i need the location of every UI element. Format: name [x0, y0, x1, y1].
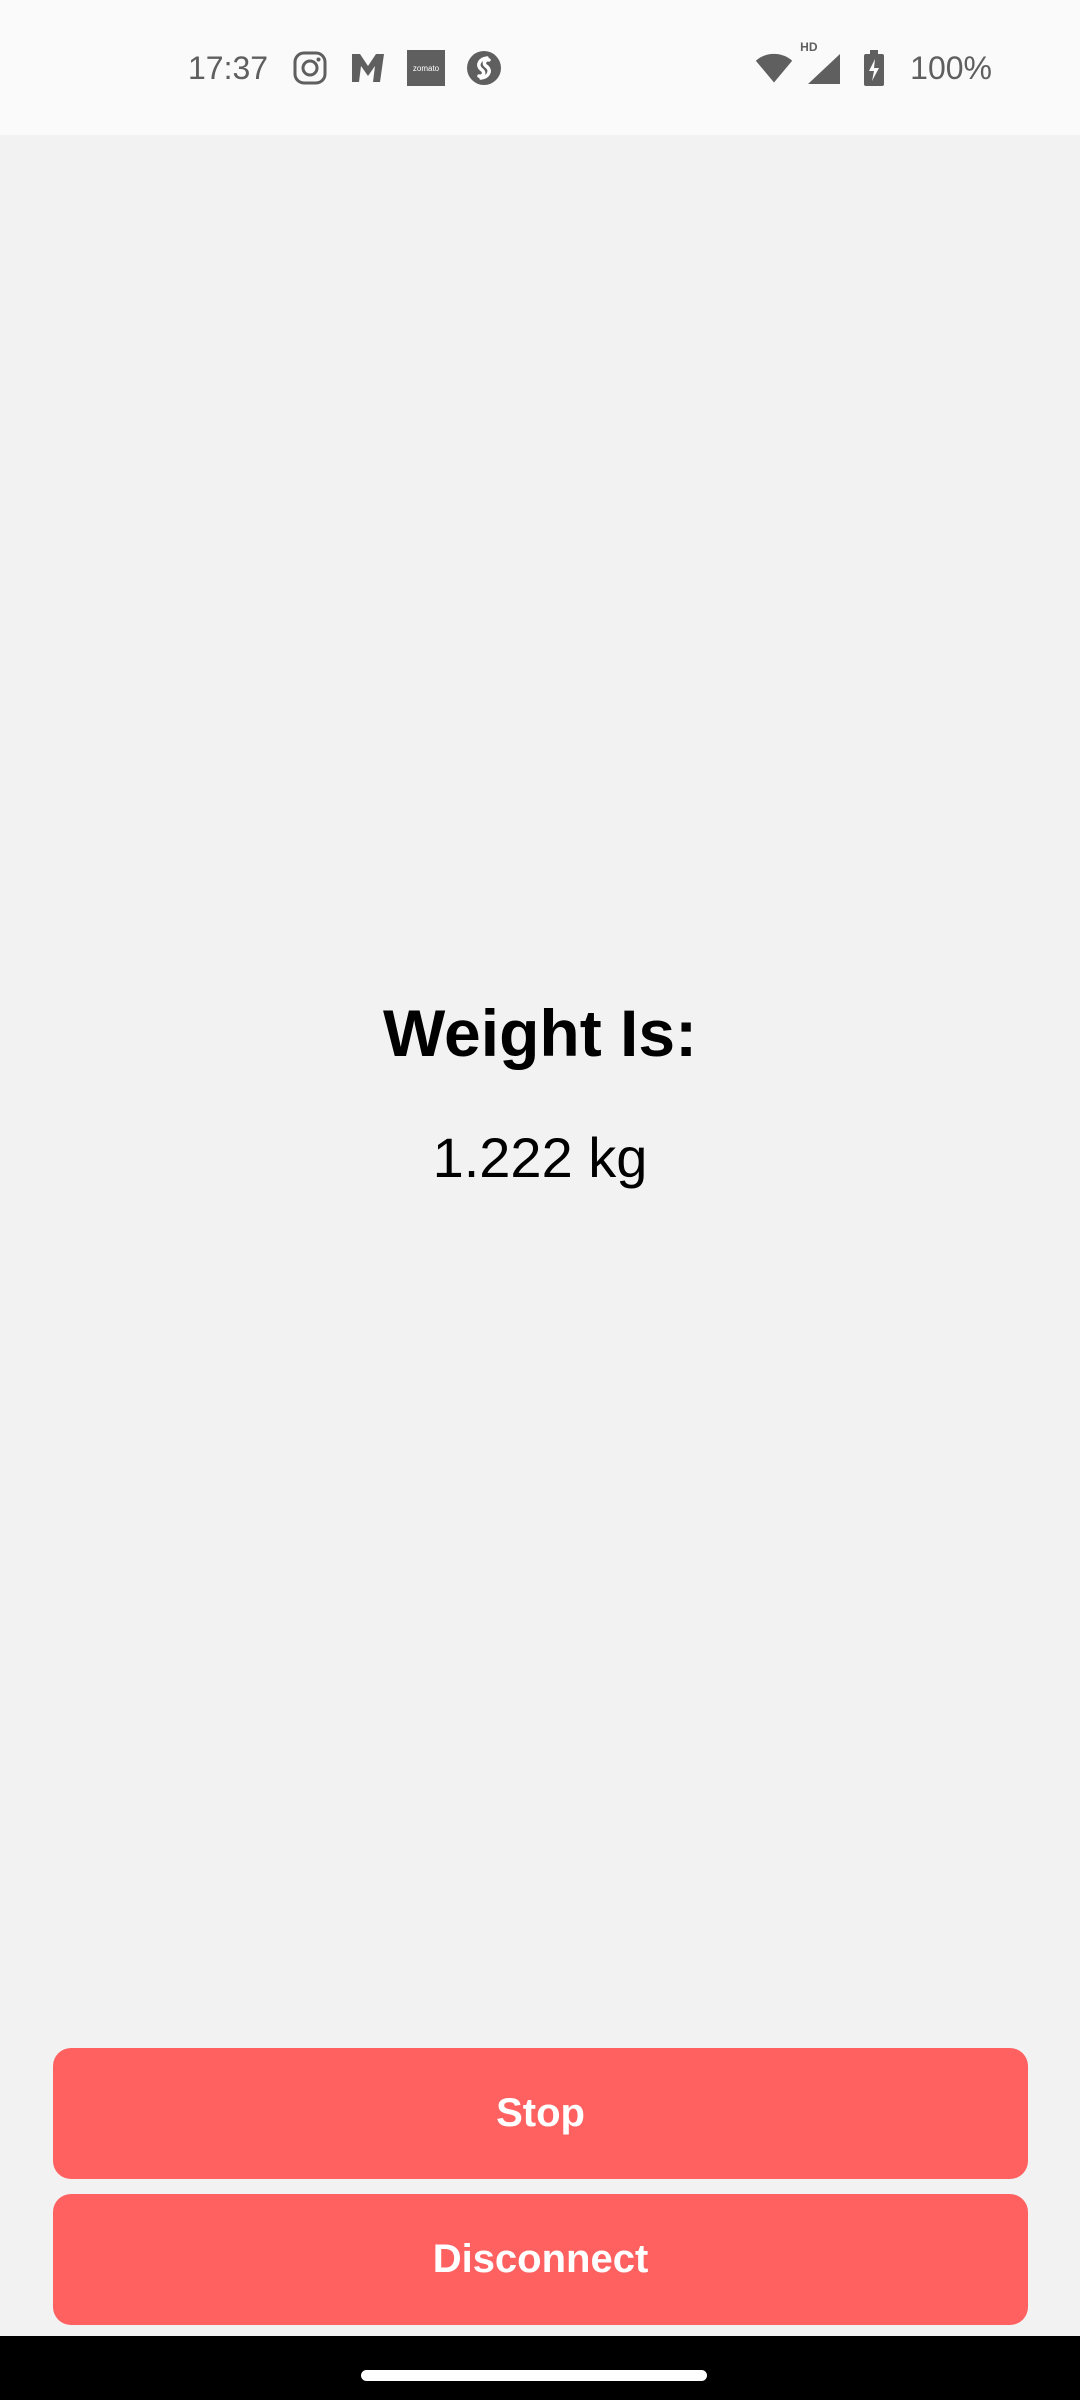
battery-level: 100% [910, 49, 992, 86]
cellular-signal-icon: HD [800, 40, 844, 88]
status-bar: 17:37 zomato HD 100% [0, 0, 1080, 135]
myntra-icon [348, 48, 388, 88]
network-badge: HD [800, 40, 818, 54]
wifi-icon [754, 48, 794, 88]
zomato-text: zomato [413, 64, 440, 73]
disconnect-button[interactable]: Disconnect [53, 2194, 1028, 2325]
status-right: HD 100% [754, 40, 992, 92]
navigation-bar [0, 2336, 1080, 2400]
stop-button[interactable]: Stop [53, 2048, 1028, 2179]
weight-value: 1.222 kg [432, 1126, 648, 1189]
weight-display: Weight Is: 1.222 kg [0, 135, 1080, 2035]
shazam-icon [464, 48, 504, 88]
home-gesture-handle[interactable] [361, 2370, 707, 2381]
instagram-icon [290, 48, 330, 88]
status-left: 17:37 zomato [188, 44, 504, 92]
battery-icon [854, 48, 894, 88]
weight-title: Weight Is: [382, 996, 698, 1070]
zomato-icon: zomato [406, 48, 446, 88]
status-time: 17:37 [188, 49, 269, 86]
